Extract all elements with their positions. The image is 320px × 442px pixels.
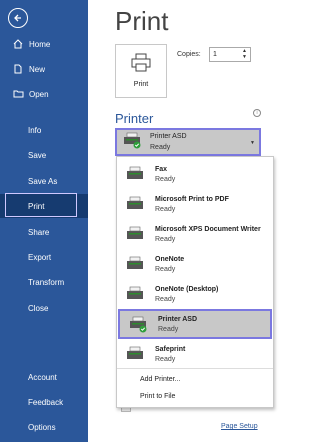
print-button[interactable]: Print (115, 44, 167, 98)
printer-select[interactable]: Printer ASD Ready ▼ (115, 128, 261, 156)
copies-value: 1 (213, 51, 217, 58)
sidebar-item-open[interactable]: Open (0, 82, 88, 106)
page-setup-link[interactable]: Page Setup (221, 423, 258, 430)
backstage-sidebar: Home New Open Info Save Save As Print Sh… (0, 0, 88, 442)
sidebar-item-label: Close (28, 303, 49, 313)
sidebar-item-feedback[interactable]: Feedback (0, 390, 88, 414)
printer-icon (127, 256, 143, 269)
copies-label: Copies: (177, 51, 201, 58)
selected-printer-status: Ready (150, 144, 171, 151)
printer-ready-icon (122, 131, 142, 154)
printer-name: Safeprint (155, 345, 186, 353)
sidebar-item-transform[interactable]: Transform (0, 270, 88, 294)
printer-name: Microsoft Print to PDF (155, 195, 229, 203)
printer-status: Ready (155, 175, 176, 183)
chevron-down-icon[interactable]: ▼ (242, 55, 247, 60)
add-printer-item[interactable]: Add Printer... (140, 376, 180, 383)
sidebar-item-save-as[interactable]: Save As (0, 169, 88, 193)
sidebar-item-label: Transform (28, 277, 65, 287)
home-icon (12, 38, 24, 50)
sidebar-item-share[interactable]: Share (0, 220, 88, 244)
folder-icon (12, 88, 24, 100)
printer-option-onenote-desktop[interactable]: OneNote (Desktop) Ready (117, 279, 273, 309)
sidebar-item-close[interactable]: Close (0, 296, 88, 320)
selected-printer-name: Printer ASD (150, 133, 187, 140)
printer-icon (127, 226, 143, 239)
sidebar-item-label: Share (28, 227, 50, 237)
printer-status: Ready (155, 295, 176, 303)
sidebar-item-home[interactable]: Home (0, 32, 88, 56)
back-button[interactable] (8, 8, 28, 28)
sidebar-item-label: New (29, 64, 46, 74)
sidebar-item-info[interactable]: Info (0, 118, 88, 142)
printer-option-fax[interactable]: Fax Ready (117, 159, 273, 189)
printer-name: Printer ASD (158, 315, 198, 323)
dropdown-divider (117, 368, 273, 369)
printer-option-xps[interactable]: Microsoft XPS Document Writer Ready (117, 219, 273, 249)
page-title: Print (115, 6, 169, 36)
sidebar-item-label: Feedback (28, 397, 64, 407)
sidebar-item-label: Options (28, 422, 56, 432)
printer-name: OneNote (Desktop) (155, 285, 219, 293)
chevron-up-icon[interactable]: ▲ (242, 48, 247, 54)
printer-status: Ready (155, 235, 176, 243)
sidebar-item-label: Account (28, 372, 57, 382)
sidebar-item-label: Save As (28, 176, 58, 186)
printer-option-onenote[interactable]: OneNote Ready (117, 249, 273, 279)
sidebar-item-export[interactable]: Export (0, 245, 88, 269)
sidebar-item-save[interactable]: Save (0, 143, 88, 167)
new-document-icon (12, 63, 24, 75)
sidebar-item-label: Export (28, 252, 52, 262)
dropdown-caret-icon: ▼ (250, 140, 255, 146)
printer-section-title: Printer (115, 111, 154, 126)
printer-name: Fax (155, 165, 168, 173)
copies-stepper[interactable]: 1 ▲ ▼ (209, 47, 251, 62)
sidebar-item-options[interactable]: Options (0, 415, 88, 439)
sidebar-item-label: Open (29, 89, 49, 99)
printer-option-printer-asd[interactable]: Printer ASD Ready (118, 309, 272, 339)
printer-name: OneNote (155, 255, 185, 263)
printer-option-pdf[interactable]: Microsoft Print to PDF Ready (117, 189, 273, 219)
printer-ready-icon (130, 316, 147, 333)
info-icon[interactable]: i (253, 109, 261, 117)
copies-spin-buttons[interactable]: ▲ ▼ (240, 48, 249, 61)
printer-option-safeprint[interactable]: Safeprint Ready (117, 339, 273, 369)
printer-status: Ready (158, 325, 179, 333)
printer-icon (130, 53, 152, 78)
sidebar-item-label: Home (29, 39, 51, 49)
sidebar-item-new[interactable]: New (0, 57, 88, 81)
sidebar-item-label: Info (28, 125, 42, 135)
print-button-label: Print (133, 81, 149, 88)
printer-icon (127, 196, 143, 209)
printer-icon (127, 346, 143, 359)
printer-status: Ready (155, 205, 176, 213)
printer-status: Ready (155, 265, 176, 273)
printer-status: Ready (155, 355, 176, 363)
printer-dropdown-list: Fax Ready Microsoft Print to PDF Ready M… (116, 156, 274, 408)
active-item-highlight (5, 193, 77, 217)
fax-icon (127, 166, 143, 179)
sidebar-item-label: Save (28, 150, 47, 160)
sidebar-item-account[interactable]: Account (0, 365, 88, 389)
print-to-file-item[interactable]: Print to File (140, 393, 175, 400)
printer-icon (127, 286, 143, 299)
back-arrow-icon (14, 14, 21, 22)
printer-name: Microsoft XPS Document Writer (155, 225, 261, 233)
